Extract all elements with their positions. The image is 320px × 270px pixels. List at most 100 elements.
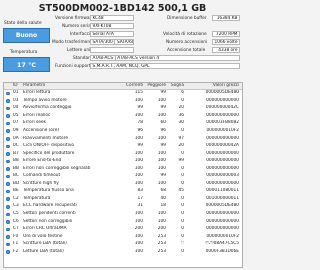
row-threshold: 99 — [178, 158, 184, 164]
row-current: 100 — [134, 218, 143, 224]
row-current: 100 — [134, 233, 143, 239]
status-dot-icon — [6, 91, 10, 96]
row-worst: 99 — [160, 90, 166, 96]
row-worst: 100 — [157, 97, 166, 103]
table-header: ID Parametro Corrente Peggiore Soglia Va… — [4, 83, 242, 90]
row-threshold: 0 — [181, 218, 184, 224]
status-dot-icon — [6, 144, 10, 149]
temperature-button[interactable]: 17 °C — [3, 57, 50, 72]
row-raw-value: 0000005DE480 — [205, 203, 239, 209]
row-raw-value: 000000000003 — [206, 173, 239, 179]
table-row[interactable]: C3 ECC hardware recuperati 31 18 0 0000005DE4… — [4, 203, 242, 210]
row-threshold: 45 — [178, 188, 184, 194]
table-row[interactable]: 01 Errori lettura 115 99 6 0000005DE480 — [4, 90, 242, 97]
row-parameter: Errori realloc — [23, 112, 51, 118]
row-current: 100 — [134, 211, 143, 216]
status-dot-icon — [6, 189, 10, 194]
table-row[interactable]: BD Scritture high fly 100 100 0 000000000000 — [4, 180, 242, 188]
header-current[interactable]: Corrente — [126, 83, 143, 90]
row-worst: 100 — [157, 180, 166, 186]
header-threshold[interactable]: Soglia — [168, 83, 184, 90]
row-id: C5 — [13, 211, 19, 216]
row-worst: 99 — [160, 143, 166, 149]
row-current: 78 — [137, 120, 143, 126]
temperature-label: Temperatura — [10, 50, 38, 55]
row-current: 115 — [134, 90, 143, 96]
header-raw[interactable]: Valori grezzi — [187, 83, 239, 90]
interface-value: Serial ATA — [90, 31, 134, 37]
table-row[interactable]: BE Temperatura flusso aria 83 68 45 000011080… — [4, 188, 242, 195]
table-row[interactable]: 0C Cicli ON/OFF dispositivo 99 99 20 00000000… — [4, 143, 242, 150]
row-id: BC — [13, 173, 19, 179]
rotation-speed-label: Velocità di rotazione — [163, 32, 207, 37]
rotation-speed-value: 7200 RPM — [212, 31, 240, 37]
row-worst: 100 — [157, 165, 166, 171]
row-id: B8 — [13, 158, 19, 164]
row-threshold: 36 — [178, 112, 184, 118]
status-dot-icon — [6, 137, 10, 141]
row-id: F2 — [13, 248, 19, 254]
row-current: 17 — [137, 195, 143, 201]
row-worst: 100 — [157, 112, 166, 118]
row-current: 100 — [134, 248, 143, 254]
header-name[interactable]: Parametro — [23, 83, 127, 90]
header-id[interactable]: ID — [13, 83, 21, 90]
row-id: 09 — [13, 127, 19, 133]
row-raw-value: 00000000042A — [205, 143, 239, 149]
subito-watermark-logo: subito — [168, 238, 214, 253]
row-current: 200 — [134, 226, 143, 232]
row-parameter: Settori non correggibili — [23, 218, 73, 224]
row-worst: 96 — [160, 127, 166, 133]
row-id: BD — [13, 180, 20, 186]
table-row[interactable]: 05 Errori realloc 100 100 36 000000000000 — [4, 112, 242, 120]
row-raw-value: 000000000000 — [206, 158, 239, 164]
row-raw-value: 0000000010F2 — [206, 127, 239, 133]
table-row[interactable]: C7 Errori CRC UltraDMA 200 200 0 000000000000 — [4, 226, 242, 233]
row-raw-value: 0000005DE480 — [205, 90, 239, 96]
row-parameter: Ore di volo testine — [23, 233, 63, 239]
row-threshold: 30 — [178, 120, 184, 126]
row-id: 07 — [13, 120, 19, 126]
row-parameter: Scritture high fly — [23, 180, 59, 186]
status-dot-icon — [6, 152, 10, 156]
row-parameter: Errori seek — [23, 120, 47, 126]
status-dot-icon — [6, 227, 10, 232]
standard-value: ATA8-ACS | ATA8-ACS version 4 — [90, 55, 240, 61]
health-status-label: Stato della salute — [4, 21, 42, 26]
header-worst[interactable]: Peggiore — [146, 83, 166, 90]
transfer-mode-value: SATA/300 | SATA/600 — [90, 39, 134, 45]
table-row[interactable]: B8 Errore End-to-End 100 100 99 000000000000 — [4, 158, 242, 165]
table-row[interactable]: 09 Accensione (ore) 96 96 0 0000000010F2 — [4, 127, 242, 135]
row-parameter: Avvio/ferma conteggio — [23, 105, 72, 111]
power-on-count-label: Numero accensioni — [166, 40, 208, 45]
row-parameter: Accensione (ore) — [23, 127, 60, 133]
row-parameter: Errori non correggibili segnalati — [23, 165, 91, 171]
row-worst: 99 — [160, 173, 166, 179]
table-row[interactable]: BC Comandi timeout 100 99 0 000000000003 — [4, 173, 242, 180]
table-row[interactable]: 0A Riavviamenti motore 100 100 97 00000000000… — [4, 136, 242, 143]
table-row[interactable]: 07 Errori seek 78 60 30 000003FB8082 — [4, 120, 242, 127]
table-row[interactable]: 03 Tempo avvio motore 100 100 0 000000000000 — [4, 97, 242, 105]
health-status-button[interactable]: Buono — [3, 28, 50, 43]
row-current: 99 — [137, 143, 143, 149]
row-raw-value: 000000000000 — [206, 112, 239, 118]
status-dot-icon — [6, 212, 10, 217]
row-threshold: 0 — [181, 97, 184, 103]
table-row[interactable]: C2 Temperatura 17 40 0 001000000011 — [4, 195, 242, 203]
row-current: 100 — [134, 180, 143, 186]
table-row[interactable]: BB Errori non correggibili segnalati 100 10… — [4, 165, 242, 173]
row-parameter: Errore End-to-End — [23, 158, 62, 164]
row-threshold: 0 — [181, 180, 184, 186]
row-worst: 253 — [157, 241, 166, 247]
power-on-hours-label: Accensione totale — [167, 48, 206, 53]
buffer-size-label: Dimensione buffer — [167, 16, 207, 21]
table-row[interactable]: C6 Settori non correggibili 100 100 0 0000000… — [4, 218, 242, 226]
row-worst: 200 — [157, 226, 166, 232]
table-row[interactable]: B7 Specifico del produttore 100 100 0 0000000… — [4, 150, 242, 158]
row-parameter: Temperatura — [23, 195, 51, 201]
table-row[interactable]: C5 Settori pendenti correnti 100 100 0 000000… — [4, 211, 242, 218]
power-on-count-value: 1066 volte — [212, 39, 240, 45]
row-id: B7 — [13, 150, 19, 156]
status-dot-icon — [6, 167, 10, 171]
table-row[interactable]: 04 Avvio/ferma conteggio 99 99 20 00000000042… — [4, 105, 242, 112]
